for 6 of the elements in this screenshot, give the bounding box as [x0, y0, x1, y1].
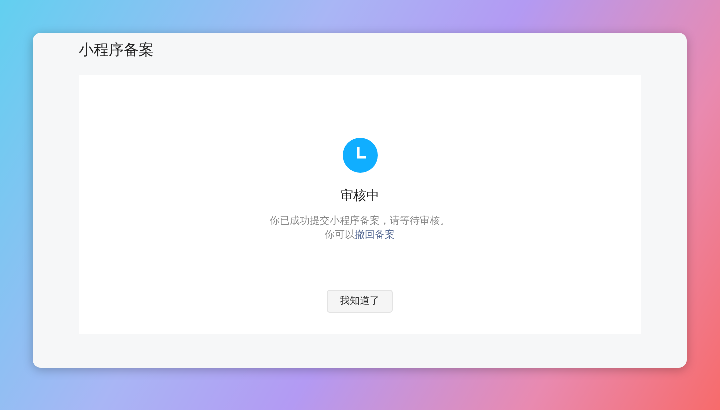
status-message: 你已成功提交小程序备案，请等待审核。 你可以撤回备案 [270, 214, 450, 242]
clock-icon [342, 138, 378, 173]
status-title: 审核中 [340, 188, 380, 206]
withdraw-link[interactable]: 撤回备案 [355, 230, 395, 240]
acknowledge-button[interactable]: 我知道了 [327, 290, 393, 312]
window-title: 小程序备案 [79, 41, 155, 59]
